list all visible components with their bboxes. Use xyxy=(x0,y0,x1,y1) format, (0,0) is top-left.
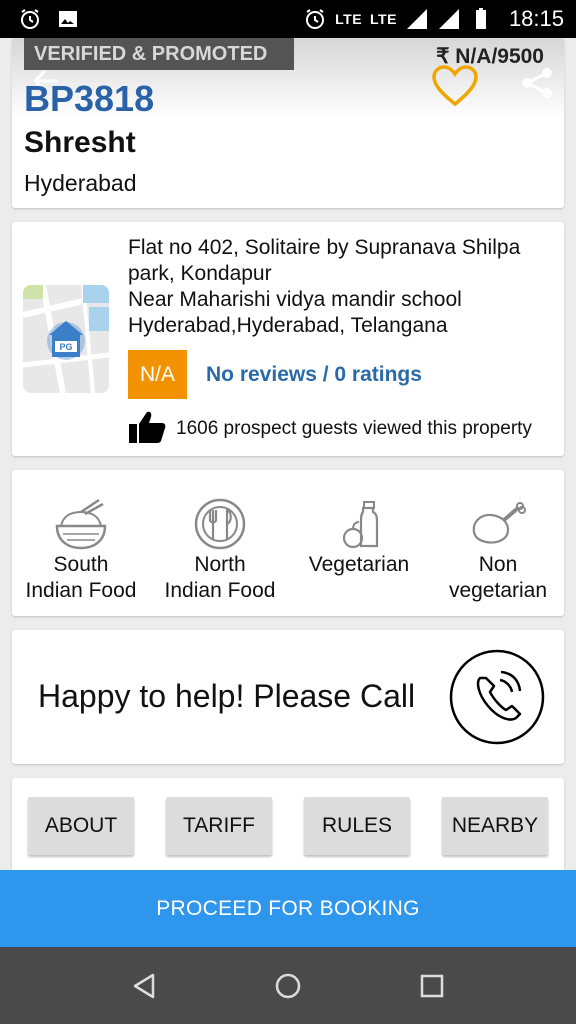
nav-home-icon[interactable] xyxy=(273,971,303,1001)
property-name: Shresht xyxy=(24,126,136,159)
cutlery-icon xyxy=(194,498,246,550)
address-line-1: Flat no 402, Solitaire by Supranava Shil… xyxy=(128,236,521,259)
tab-about[interactable]: ABOUT xyxy=(28,797,134,855)
signal-icon-2 xyxy=(438,9,459,29)
food-label-line1: North xyxy=(194,553,246,576)
property-code: BP3818 xyxy=(24,78,155,119)
nav-recents-icon[interactable] xyxy=(417,971,447,1001)
verified-badge: VERIFIED & PROMOTED xyxy=(24,38,294,70)
food-item-south-indian: South Indian Food xyxy=(12,470,150,616)
views-count-text: 1606 prospect guests viewed this propert… xyxy=(176,418,532,439)
food-label-line1: South xyxy=(53,553,109,576)
vegetarian-icon xyxy=(342,501,379,549)
address-line-2: park, Kondapur xyxy=(128,262,272,285)
food-item-vegetarian: Vegetarian xyxy=(290,470,428,616)
food-item-non-vegetarian: Non vegetarian xyxy=(429,470,567,616)
detail-tabs-card: ABOUT TARIFF RULES NEARBY xyxy=(12,778,564,878)
chicken-icon xyxy=(472,502,526,544)
food-label-line2: vegetarian xyxy=(448,579,548,602)
share-icon[interactable] xyxy=(520,66,554,100)
address-block: Flat no 402, Solitaire by Supranava Shil… xyxy=(128,235,548,339)
help-call-card[interactable]: Happy to help! Please Call xyxy=(12,630,564,764)
thumbs-up-icon xyxy=(129,411,166,443)
reviews-link[interactable]: No reviews / 0 ratings xyxy=(206,363,422,387)
address-line-4: Hyderabad,Hyderabad, Telangana xyxy=(128,314,448,337)
status-bar: LTE LTE 18:15 xyxy=(0,0,576,38)
address-card: PG Flat no 402, Solitaire by Supranava S… xyxy=(12,222,564,456)
food-label-line1: Non xyxy=(478,553,518,576)
help-text: Happy to help! Please Call xyxy=(38,678,416,714)
map-pg-label: PG xyxy=(59,342,72,352)
tab-tariff[interactable]: TARIFF xyxy=(166,797,272,855)
address-line-3: Near Maharishi vidya mandir school xyxy=(128,288,462,311)
heart-icon[interactable] xyxy=(430,64,480,108)
clock-time: 18:15 xyxy=(508,6,564,31)
map-thumbnail[interactable]: PG xyxy=(23,285,109,393)
alarm-clock-icon xyxy=(306,9,325,29)
battery-icon xyxy=(475,8,486,29)
food-label-line2: Indian Food xyxy=(164,579,276,602)
lte-label-2: LTE xyxy=(370,11,397,27)
proceed-booking-button[interactable]: PROCEED FOR BOOKING xyxy=(0,870,576,947)
lte-label: LTE xyxy=(335,11,363,27)
image-icon xyxy=(59,11,77,27)
rating-badge: N/A xyxy=(128,350,187,399)
property-header-card: VERIFIED & PROMOTED ₹ N/A/9500 BP3818 Sh… xyxy=(12,38,564,208)
rice-bowl-icon xyxy=(55,498,107,550)
nav-back-icon[interactable] xyxy=(129,971,159,1001)
food-item-north-indian: North Indian Food xyxy=(151,470,289,616)
property-city: Hyderabad xyxy=(24,170,137,196)
signal-icon xyxy=(406,9,427,29)
tab-rules[interactable]: RULES xyxy=(304,797,410,855)
food-label-line1: Vegetarian xyxy=(308,553,410,576)
food-label-line2: Indian Food xyxy=(25,579,137,602)
tab-nearby[interactable]: NEARBY xyxy=(442,797,548,855)
phone-call-icon[interactable] xyxy=(448,648,546,746)
system-nav-bar xyxy=(0,947,576,1024)
alarm-icon xyxy=(21,9,39,29)
food-options-card: South Indian Food North Indian Food Vege… xyxy=(12,470,564,616)
